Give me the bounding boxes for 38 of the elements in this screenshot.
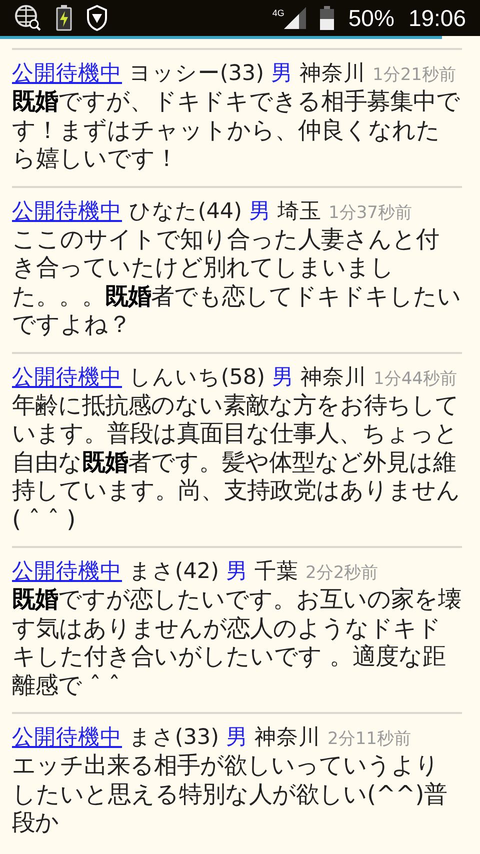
- status-link[interactable]: 公開待機中: [12, 61, 122, 86]
- gender-label: 男: [248, 198, 271, 224]
- post-time: 1分37秒前: [328, 202, 412, 222]
- gender-label: 男: [270, 61, 293, 86]
- status-link[interactable]: 公開待機中: [12, 364, 122, 390]
- post-time: 2分2秒前: [306, 563, 378, 583]
- shield-icon: [86, 5, 108, 31]
- clock-time: 19:06: [408, 4, 466, 32]
- region-label: 埼玉: [278, 198, 322, 224]
- status-link[interactable]: 公開待機中: [12, 559, 122, 584]
- gender-label: 男: [226, 559, 248, 584]
- post-message: 既婚ですが、ドキドキできる相手募集中です！まずはチャットから、仲良くなれたら嬉しいです！: [12, 88, 461, 174]
- post-message: ここのサイトで知り合った人妻さんと付き合っていたけど別れてしまいました。。。既婚者でも恋してドキドキしたいですよね？: [12, 226, 462, 340]
- region-label: 神奈川: [300, 61, 366, 86]
- post-message: 年齢に抵抗感のない素敵な方をお待ちしています。普段は真面目な仕事人、ちょっと自由な既婚者です。髪や体型など外見は維持しています。尚、支持政党はありません( ˆ ˆ ): [12, 392, 461, 534]
- signal-icon: [284, 7, 306, 29]
- user-name-age: しんいち(58): [128, 364, 265, 390]
- status-link[interactable]: 公開待機中: [12, 725, 122, 750]
- region-label: 神奈川: [254, 725, 321, 750]
- status-link[interactable]: 公開待機中: [12, 198, 122, 224]
- post-message: エッチ出来る相手が欲しいっていうよりしたいと思える特別な人が欲しい(^^)普段か: [12, 752, 448, 838]
- gender-label: 男: [272, 364, 294, 390]
- network-type: 4G: [272, 8, 284, 18]
- post-time: 2分11秒前: [328, 729, 411, 749]
- region-label: 神奈川: [300, 364, 367, 390]
- post-time: 1分21秒前: [372, 65, 456, 85]
- battery-percent: 50%: [348, 4, 394, 32]
- post-message: 既婚ですが恋したいです。お互いの家を壊す気はありませんが恋人のようなドキドキした付き合いがしたいです 。適度な距離感で ˆ ˆ: [12, 586, 462, 700]
- user-name-age: ヨッシー(33): [128, 61, 264, 86]
- gender-label: 男: [226, 725, 248, 750]
- globe-search-icon: [14, 4, 42, 32]
- user-name-age: まさ(42): [128, 559, 219, 584]
- battery-icon: [320, 6, 334, 30]
- battery-charging-icon: [56, 5, 72, 31]
- region-label: 千葉: [254, 559, 299, 584]
- user-name-age: まさ(33): [128, 725, 219, 750]
- user-name-age: ひなた(44): [128, 198, 242, 224]
- post-time: 1分44秒前: [374, 368, 457, 388]
